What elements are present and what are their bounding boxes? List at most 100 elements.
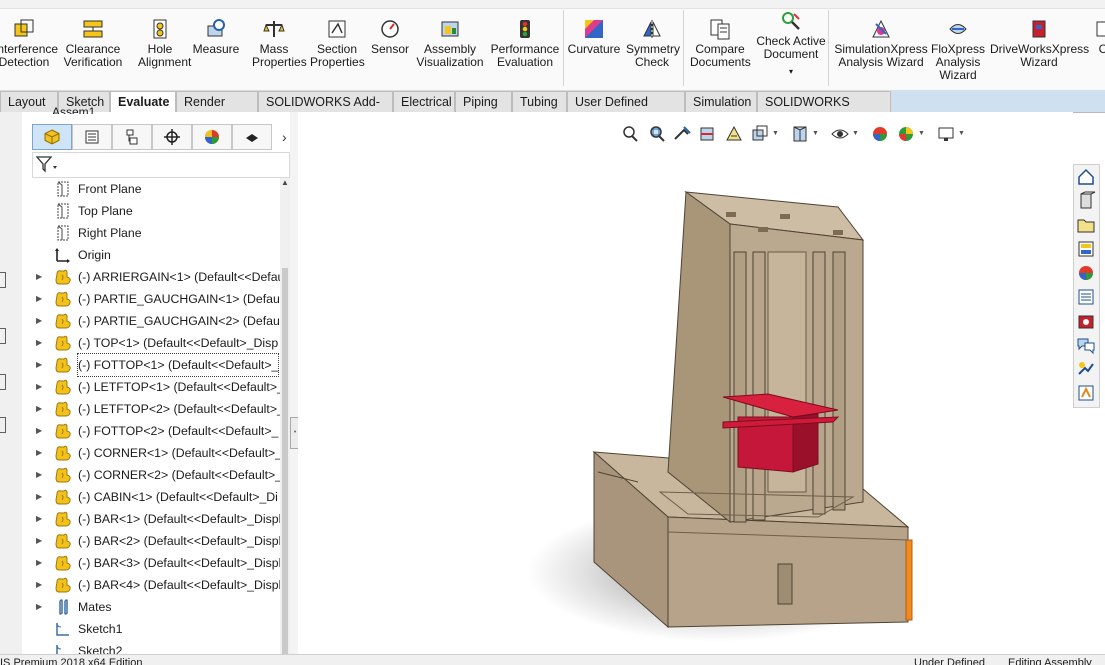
expand-arrow-icon[interactable]: ▶ <box>36 596 46 618</box>
tab-scroll-right-icon[interactable]: › <box>282 129 287 145</box>
sensor-button[interactable]: Sensor <box>366 18 414 56</box>
check-active-document-button[interactable]: Check Active Document ▾ <box>756 10 826 78</box>
expand-arrow-icon[interactable]: ▶ <box>36 486 46 508</box>
simulationxpress-button[interactable]: SimulationXpress Analysis Wizard <box>834 18 928 69</box>
cam-icon[interactable] <box>1076 359 1097 380</box>
chevron-down-icon[interactable]: ▾ <box>756 65 826 78</box>
expand-arrow-icon[interactable]: ▶ <box>36 508 46 530</box>
tab-piping[interactable]: Piping <box>455 91 512 112</box>
tree-item-part[interactable]: ▶ (-) PARTIE_GAUCHGAIN<1> (Default <box>32 288 280 310</box>
tree-item-part[interactable]: ▶ (-) TOP<1> (Default<<Default>_Disp <box>32 332 280 354</box>
expand-arrow-icon[interactable]: ▶ <box>36 464 46 486</box>
part-icon <box>54 379 72 395</box>
tree-item-part[interactable]: ▶ (-) FOTTOP<2> (Default<<Default>_ <box>32 420 280 442</box>
tree-item-part[interactable]: ▶ (-) CORNER<1> (Default<<Default>_ <box>32 442 280 464</box>
tree-item-mates[interactable]: ▶ Mates <box>32 596 280 618</box>
measure-button[interactable]: Measure <box>190 18 242 56</box>
tree-item-part[interactable]: ▶ (-) BAR<1> (Default<<Default>_Displ <box>32 508 280 530</box>
expand-arrow-icon[interactable]: ▶ <box>36 310 46 332</box>
assembly-model-view[interactable] <box>298 112 1073 654</box>
file-explorer-icon[interactable] <box>1076 215 1097 236</box>
panel-splitter[interactable]: • <box>290 112 300 654</box>
plastics-icon[interactable] <box>1076 383 1097 404</box>
tree-item-part[interactable]: ▶ (-) PARTIE_GAUCHGAIN<2> (Default <box>32 310 280 332</box>
tab-user-defined-route[interactable]: User Defined Route <box>567 91 685 129</box>
interference-detection-button[interactable]: Interference Detection <box>0 18 58 69</box>
expand-arrow-icon[interactable]: ▶ <box>36 376 46 398</box>
feature-tree-filter[interactable] <box>32 152 290 178</box>
tree-item-part[interactable]: ▶ (-) LETFTOP<1> (Default<<Default>_ <box>32 376 280 398</box>
compare-documents-button[interactable]: Compare Documents <box>690 18 751 69</box>
simulationxpress-icon <box>870 18 892 40</box>
mass-properties-button[interactable]: Mass Properties <box>252 18 307 69</box>
expand-arrow-icon[interactable]: ▶ <box>36 398 46 420</box>
feature-tree-scrollbar[interactable]: ▲ <box>280 178 290 658</box>
expand-arrow-icon[interactable]: ▶ <box>36 530 46 552</box>
curvature-button[interactable]: Curvature <box>566 18 622 56</box>
expand-arrow-icon[interactable]: ▶ <box>36 442 46 464</box>
tree-item-part[interactable]: ▶ (-) FOTTOP<1> (Default<<Default>_ <box>32 353 280 377</box>
expand-arrow-icon[interactable]: ▶ <box>36 420 46 442</box>
floxpress-icon <box>947 18 969 40</box>
feature-tree: Front Plane Top Plane Right Plane Origin ▶ (-… <box>32 178 280 654</box>
tree-item-plane[interactable]: Top Plane <box>32 200 280 222</box>
display-manager-tab[interactable] <box>192 124 232 150</box>
appearances-scenes-icon[interactable] <box>1076 263 1097 284</box>
driveworksxpress-button[interactable]: DriveWorksXpress Wizard <box>990 18 1089 69</box>
configuration-manager-tab[interactable] <box>112 124 152 150</box>
cam-manager-tab[interactable] <box>232 124 272 150</box>
symmetry-check-button[interactable]: Symmetry Check <box>626 18 680 69</box>
tree-item-label: (-) PARTIE_GAUCHGAIN<2> (Default <box>78 314 280 328</box>
assembly-visualization-button[interactable]: Assembly Visualization <box>412 18 488 69</box>
tab-solidworks-add-ins[interactable]: SOLIDWORKS Add-Ins <box>258 91 393 129</box>
view-palette-icon[interactable] <box>1076 239 1097 260</box>
compare-documents-icon <box>709 18 731 40</box>
tree-item-part[interactable]: ▶ (-) CABIN<1> (Default<<Default>_Di <box>32 486 280 508</box>
expand-arrow-icon[interactable]: ▶ <box>36 552 46 574</box>
solidworks-forum-icon[interactable] <box>1076 311 1097 332</box>
tree-item-part[interactable]: ▶ (-) BAR<3> (Default<<Default>_Displ <box>32 552 280 574</box>
tree-item-part[interactable]: ▶ (-) LETFTOP<2> (Default<<Default>_ <box>32 398 280 420</box>
performance-evaluation-button[interactable]: Performance Evaluation <box>490 18 560 69</box>
tab-render-tools[interactable]: Render Tools <box>176 91 258 129</box>
featuremanager-tree-tab[interactable] <box>32 124 72 150</box>
tree-item-origin[interactable]: Origin <box>32 244 280 266</box>
tree-item-part[interactable]: ▶ (-) CORNER<2> (Default<<Default>_ <box>32 464 280 486</box>
expand-arrow-icon[interactable]: ▶ <box>36 266 46 288</box>
design-library-icon[interactable] <box>1076 191 1097 212</box>
custom-properties-icon[interactable] <box>1076 287 1097 308</box>
tree-item-part[interactable]: ▶ (-) BAR<4> (Default<<Default>_Displ <box>32 574 280 596</box>
expand-arrow-icon[interactable]: ▶ <box>36 288 46 310</box>
expand-arrow-icon[interactable]: ▶ <box>36 354 46 376</box>
hole-alignment-button[interactable]: Hole Alignment <box>138 18 191 69</box>
dimxpert-manager-tab[interactable] <box>152 124 192 150</box>
tree-item-part[interactable]: ▶ (-) ARRIERGAIN<1> (Default<<Defau <box>32 266 280 288</box>
tab-electrical[interactable]: Electrical <box>393 91 455 112</box>
costing-button[interactable]: C <box>1093 18 1105 56</box>
tab-simulation[interactable]: Simulation <box>685 91 757 112</box>
scroll-up-icon[interactable]: ▲ <box>281 178 289 187</box>
tree-item-plane[interactable]: Front Plane <box>32 178 280 200</box>
tree-item-plane[interactable]: Right Plane <box>32 222 280 244</box>
tab-tubing[interactable]: Tubing <box>512 91 567 112</box>
part-icon <box>54 423 72 439</box>
floxpress-button[interactable]: FloXpress Analysis Wizard <box>928 18 988 82</box>
ribbon-button-label: Performance Evaluation <box>490 42 560 69</box>
clearance-verification-button[interactable]: Clearance Verification <box>60 18 126 69</box>
tree-item-part[interactable]: ▶ (-) BAR<2> (Default<<Default>_Displ <box>32 530 280 552</box>
section-properties-button[interactable]: Section Properties <box>310 18 365 69</box>
tree-item-label: Sketch2 <box>78 644 123 654</box>
tree-item-label: (-) CORNER<2> (Default<<Default>_ <box>78 468 280 482</box>
scrollbar-thumb[interactable] <box>282 268 288 658</box>
tree-item-sketch[interactable]: Sketch2 <box>32 640 280 654</box>
property-manager-tab[interactable] <box>72 124 112 150</box>
expand-arrow-icon[interactable]: ▶ <box>36 574 46 596</box>
tab-layout[interactable]: Layout <box>0 91 58 112</box>
tab-solidworks-visualize[interactable]: SOLIDWORKS Visualize <box>757 91 891 129</box>
part-icon <box>54 489 72 505</box>
solidworks-resources-icon[interactable] <box>1076 167 1097 188</box>
graphics-area[interactable]: ▼ ▼ ▼ ▼ ▼ <box>298 112 1073 654</box>
3dexperience-icon[interactable] <box>1076 335 1097 356</box>
expand-arrow-icon[interactable]: ▶ <box>36 332 46 354</box>
tree-item-sketch[interactable]: Sketch1 <box>32 618 280 640</box>
